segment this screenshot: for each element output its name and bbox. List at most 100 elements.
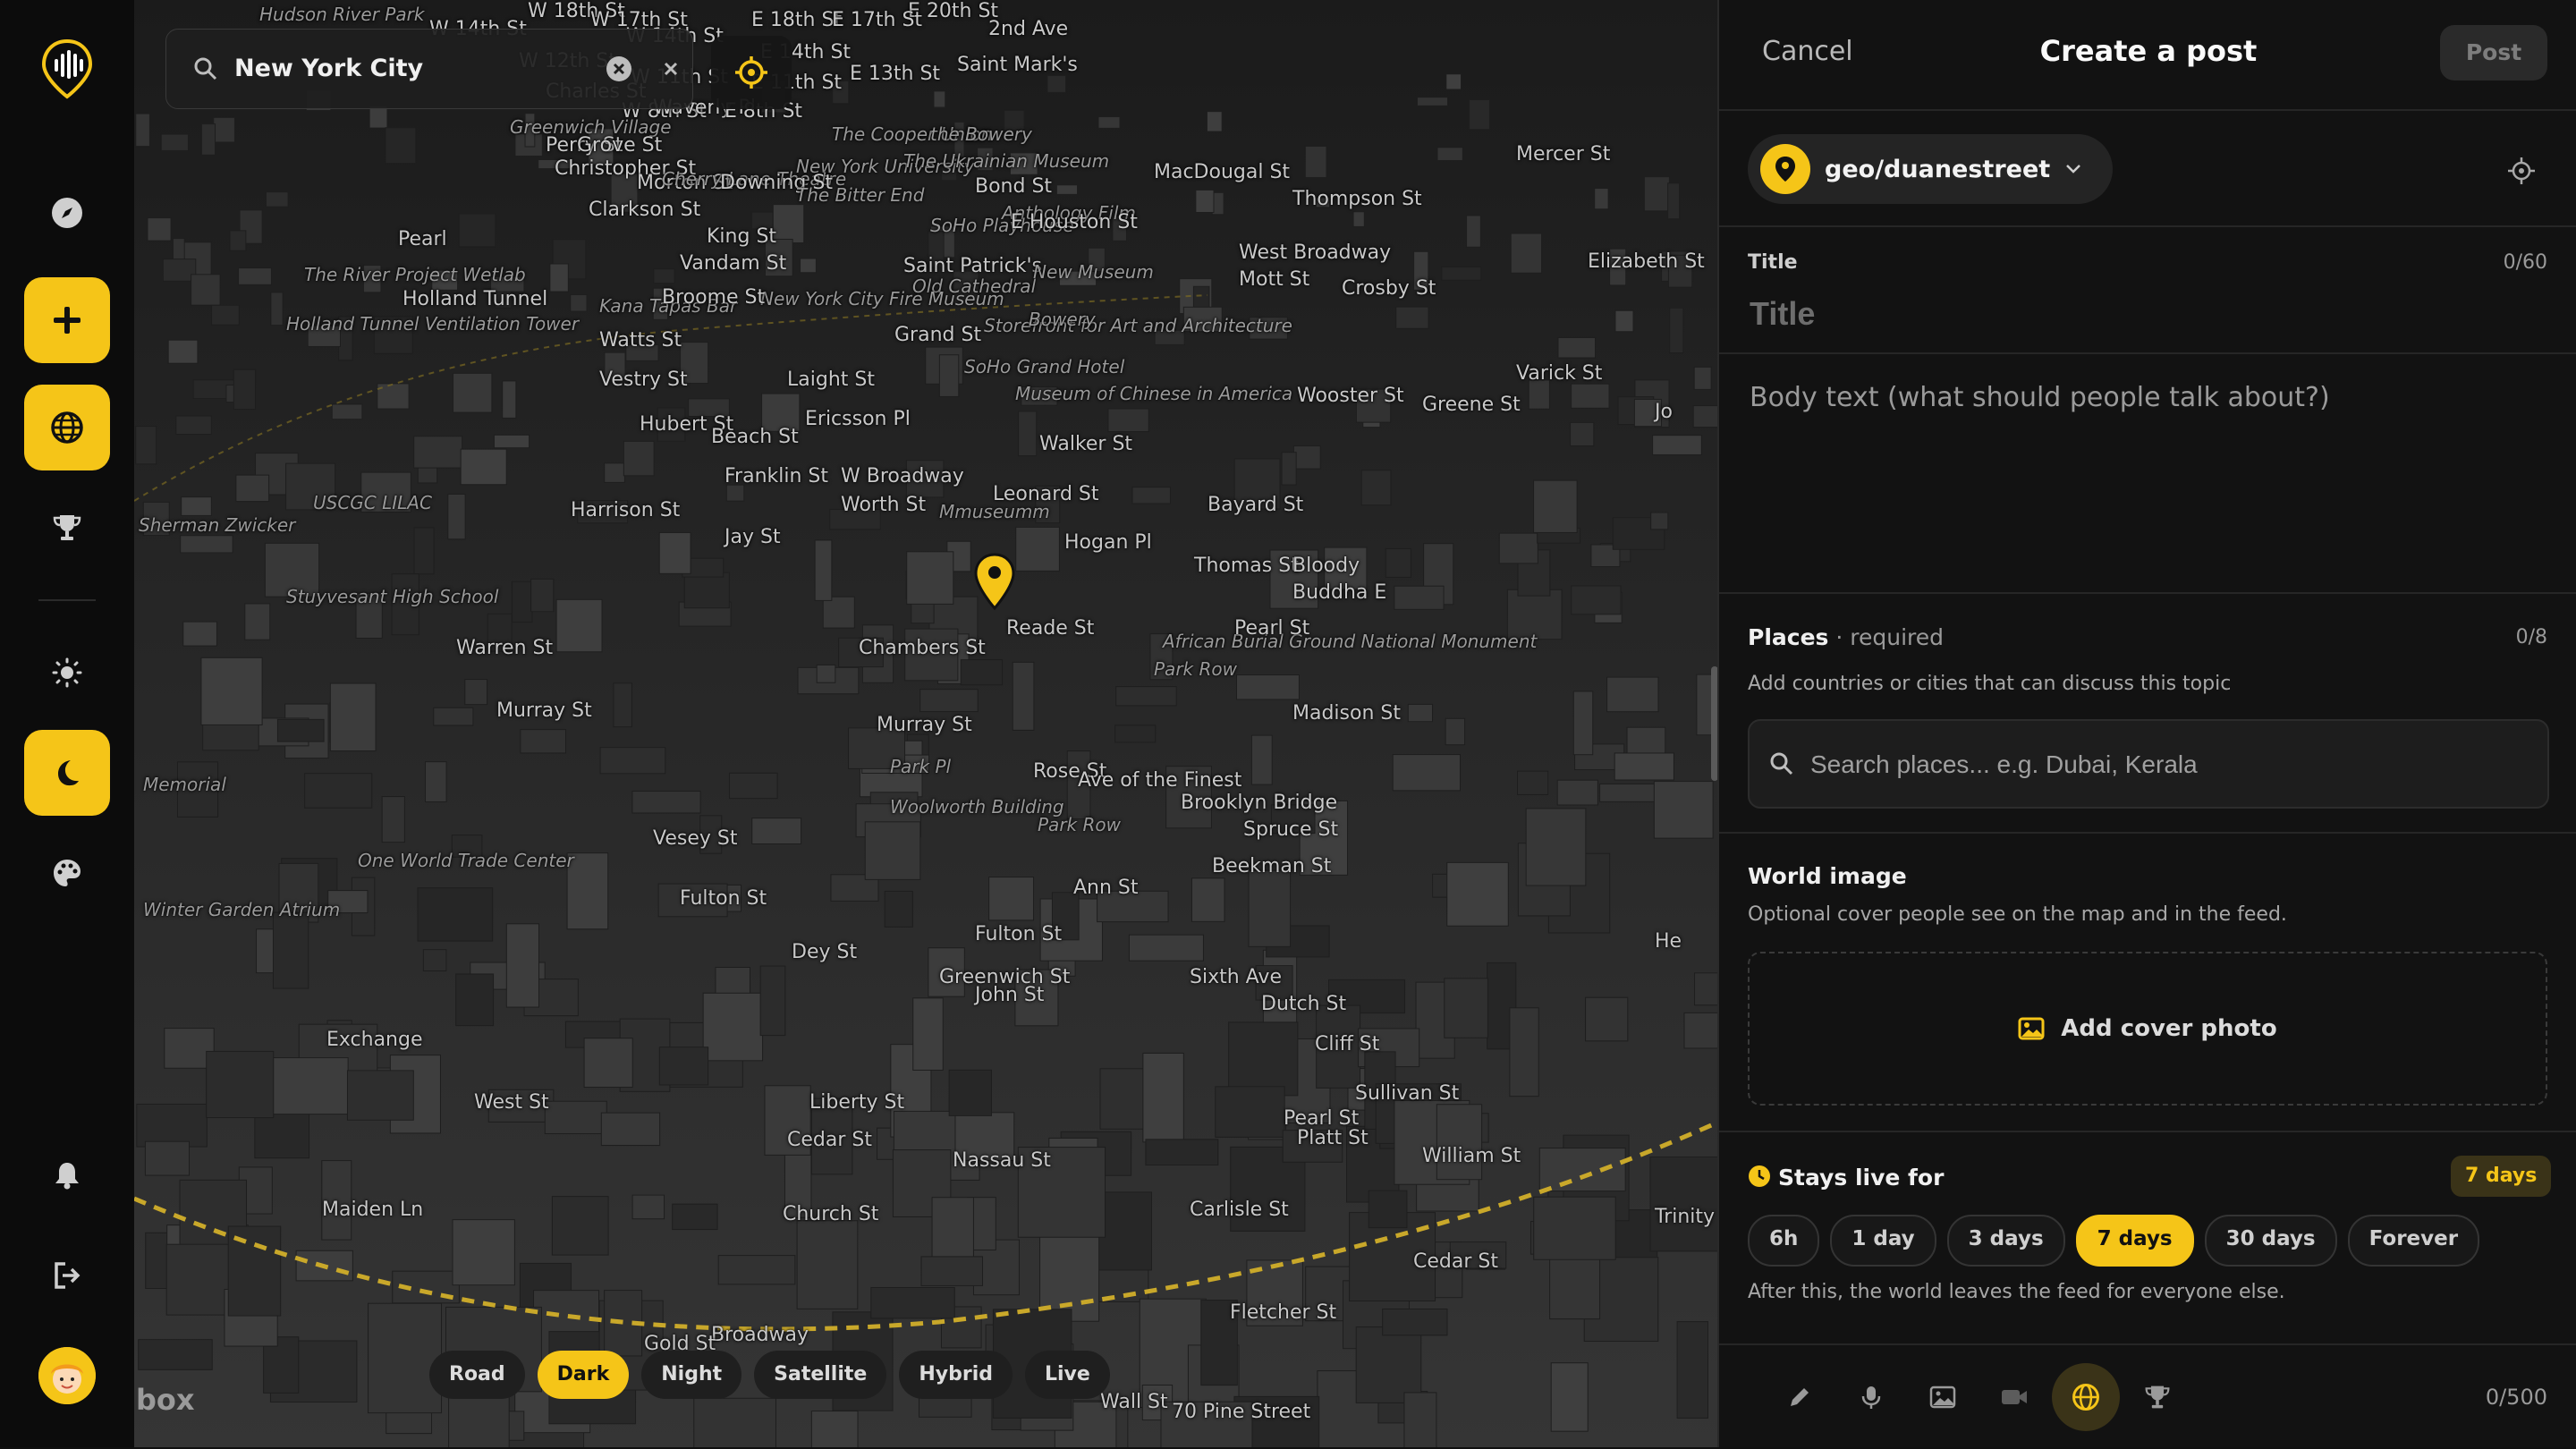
building-block [447, 494, 466, 540]
compass-icon[interactable] [24, 170, 110, 256]
duration-option[interactable]: 6h [1748, 1215, 1820, 1267]
duration-option[interactable]: 1 day [1830, 1215, 1936, 1267]
building-block [1606, 676, 1659, 713]
building-block [487, 613, 513, 652]
building-block [1324, 547, 1368, 590]
building-block [1570, 421, 1595, 447]
building-block [182, 621, 217, 647]
crosshair-icon[interactable] [2506, 156, 2537, 186]
image-icon[interactable] [1918, 1372, 1968, 1422]
building-block [206, 1050, 275, 1119]
building-block [920, 1256, 984, 1286]
building-block [588, 128, 614, 165]
logo-icon[interactable] [24, 29, 110, 114]
building-block [177, 761, 219, 818]
places-search-input[interactable] [1809, 721, 2528, 809]
map-canvas[interactable]: Hudson River ParkW 14th StW 18th StW 17t… [134, 0, 1717, 1447]
building-block [142, 501, 170, 537]
layer-live[interactable]: Live [1024, 1351, 1110, 1399]
building-block [1633, 398, 1663, 428]
building-block [884, 890, 913, 928]
bell-icon[interactable] [24, 1132, 110, 1218]
building-block [599, 747, 666, 775]
avatar[interactable] [38, 1347, 96, 1404]
community-selector[interactable]: geo/duanestreet [1748, 134, 2114, 204]
building-block [717, 1255, 796, 1285]
moon-icon[interactable] [24, 730, 110, 816]
building-block [1165, 766, 1212, 829]
duration-option[interactable]: 30 days [2204, 1215, 2337, 1267]
building-block [338, 316, 353, 361]
building-block [613, 682, 632, 728]
clear-search-icon[interactable] [605, 55, 633, 83]
building-block [272, 911, 309, 989]
building-block [1304, 145, 1327, 179]
building-block [175, 415, 212, 436]
trophy-icon[interactable] [24, 485, 110, 571]
building-block [699, 815, 723, 854]
search-input[interactable]: New York City [234, 30, 423, 108]
building-block [520, 729, 567, 754]
close-icon[interactable] [657, 55, 685, 83]
location-pin-icon[interactable] [972, 553, 1017, 612]
title-input[interactable] [1748, 286, 2521, 342]
building-block [453, 372, 493, 413]
plus-icon[interactable] [24, 277, 110, 363]
building-block [544, 1100, 607, 1134]
building-block [144, 1140, 191, 1176]
building-block [680, 342, 709, 384]
create-post-panel: Cancel Create a post Post geo/duanestree… [1717, 0, 2576, 1447]
microphone-icon[interactable] [1846, 1372, 1896, 1422]
pencil-icon[interactable] [1775, 1372, 1825, 1422]
places-search-field[interactable] [1748, 719, 2549, 809]
palette-icon[interactable] [24, 830, 110, 916]
layer-satellite[interactable]: Satellite [754, 1351, 887, 1399]
building-block [604, 462, 625, 483]
layer-road[interactable]: Road [429, 1351, 525, 1399]
video-icon[interactable] [1989, 1372, 2039, 1422]
locate-button[interactable] [711, 36, 792, 109]
building-block [1572, 691, 1594, 756]
building-block [524, 113, 536, 148]
rail-divider [38, 599, 96, 601]
building-block [919, 689, 979, 713]
logout-icon[interactable] [24, 1233, 110, 1318]
trophy-icon[interactable] [2132, 1372, 2182, 1422]
panel-header: Cancel Create a post Post [1719, 0, 2576, 111]
building-block [832, 80, 850, 105]
building-block [1182, 306, 1223, 333]
building-block [1538, 1148, 1626, 1192]
duration-option[interactable]: 7 days [2075, 1215, 2194, 1267]
building-block [657, 407, 686, 442]
duration-option[interactable]: 3 days [1946, 1215, 2065, 1267]
left-rail [0, 0, 134, 1447]
map-search-box[interactable]: New York City [165, 29, 693, 109]
layer-hybrid[interactable]: Hybrid [899, 1351, 1013, 1399]
building-block [1585, 996, 1629, 1042]
building-block [1643, 176, 1670, 212]
body-textarea[interactable] [1748, 380, 2538, 580]
duration-option[interactable]: Forever [2347, 1215, 2480, 1267]
building-block [1498, 532, 1538, 564]
building-block [1249, 317, 1288, 340]
building-block [810, 1097, 853, 1175]
layer-dark[interactable]: Dark [537, 1351, 630, 1399]
building-block [422, 949, 447, 972]
building-block [307, 325, 342, 347]
add-cover-photo-button[interactable]: Add cover photo [1748, 952, 2547, 1106]
building-block [960, 659, 1004, 686]
globe-icon[interactable] [24, 385, 110, 470]
post-button[interactable]: Post [2440, 25, 2547, 80]
building-block [600, 1112, 661, 1147]
building-block [1004, 109, 1025, 131]
building-block [1669, 307, 1684, 354]
building-block [1097, 890, 1169, 923]
building-block [653, 268, 675, 284]
building-block [658, 1046, 709, 1086]
building-block [1145, 1139, 1219, 1166]
building-block [147, 217, 172, 242]
sun-icon[interactable] [24, 630, 110, 716]
globe-icon[interactable] [2052, 1363, 2120, 1431]
building-block [138, 1339, 213, 1370]
layer-night[interactable]: Night [641, 1351, 742, 1399]
